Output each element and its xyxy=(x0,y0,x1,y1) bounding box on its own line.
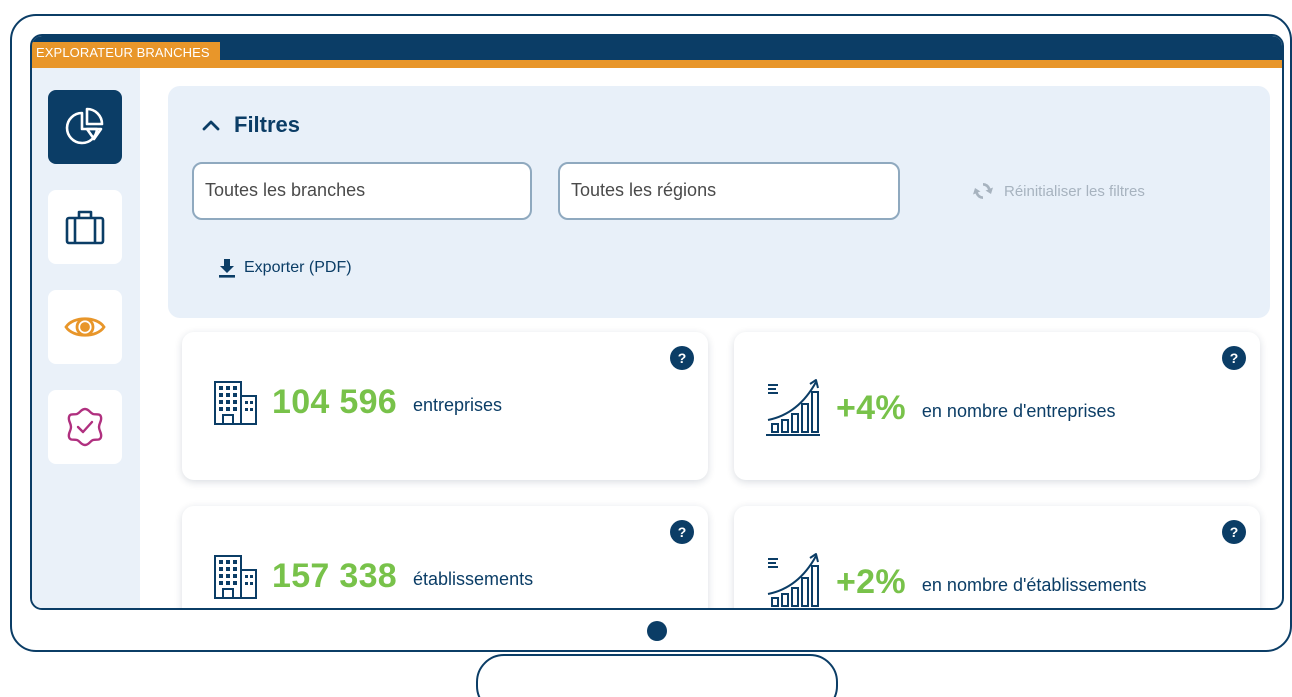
help-button[interactable]: ? xyxy=(1222,520,1246,544)
branches-select[interactable]: Toutes les branches xyxy=(192,162,532,220)
sidebar-item-statistics[interactable] xyxy=(48,90,122,164)
help-button[interactable]: ? xyxy=(1222,346,1246,370)
app-title-tab[interactable]: EXPLORATEUR BRANCHES xyxy=(32,42,220,64)
chevron-up-icon xyxy=(202,120,220,131)
filters-toggle[interactable]: Filtres xyxy=(202,112,300,138)
kpi-label: établissements xyxy=(413,568,534,589)
help-button[interactable]: ? xyxy=(670,520,694,544)
reset-filters-label: Réinitialiser les filtres xyxy=(1004,182,1145,200)
eye-icon xyxy=(64,317,106,337)
kpi-value: +2% xyxy=(836,562,906,601)
kpi-value: +4% xyxy=(836,388,906,427)
building-icon xyxy=(214,381,257,425)
app-screen: EXPLORATEUR BRANCHES Filtres Toutes les … xyxy=(30,34,1284,610)
export-pdf-label: Exporter (PDF) xyxy=(244,259,352,276)
sidebar xyxy=(32,68,140,608)
kpi-value: 104 596 xyxy=(272,382,398,421)
kpi-label: entreprises xyxy=(413,394,503,415)
refresh-icon xyxy=(973,183,993,199)
device-mockup: EXPLORATEUR BRANCHES Filtres Toutes les … xyxy=(0,0,1292,697)
download-icon xyxy=(219,259,235,278)
sidebar-item-jobs[interactable] xyxy=(48,190,122,264)
filters-title: Filtres xyxy=(234,112,301,137)
kpi-card-companies: ? 104 596 entreprises xyxy=(182,332,708,480)
building-icon xyxy=(214,555,257,599)
reset-filters-button[interactable]: Réinitialiser les filtres xyxy=(972,180,1145,202)
growth-chart-icon xyxy=(767,553,819,607)
briefcase-icon xyxy=(65,210,105,245)
kpi-card-establishments-growth: ? +2% en nombre d'établissements xyxy=(734,506,1260,608)
monitor-stand xyxy=(476,654,838,697)
pie-chart-icon xyxy=(65,107,104,145)
kpi-label: en nombre d'entreprises xyxy=(921,400,1116,421)
sidebar-item-observatory[interactable] xyxy=(48,290,122,364)
regions-select[interactable]: Toutes les régions xyxy=(558,162,900,220)
kpi-label: en nombre d'établissements xyxy=(921,574,1147,595)
sidebar-item-quality[interactable] xyxy=(48,390,122,464)
kpi-card-establishments: ? 157 338 établissements xyxy=(182,506,708,608)
kpi-card-companies-growth: ? +4% en nombre d'entreprises xyxy=(734,332,1260,480)
export-pdf-button[interactable]: Exporter (PDF) xyxy=(218,258,352,278)
badge-check-icon xyxy=(67,407,103,447)
monitor-button xyxy=(647,621,667,641)
filters-panel: Filtres Toutes les branches Toutes les r… xyxy=(168,86,1270,318)
help-button[interactable]: ? xyxy=(670,346,694,370)
kpi-value: 157 338 xyxy=(272,556,398,595)
growth-chart-icon xyxy=(766,379,820,436)
